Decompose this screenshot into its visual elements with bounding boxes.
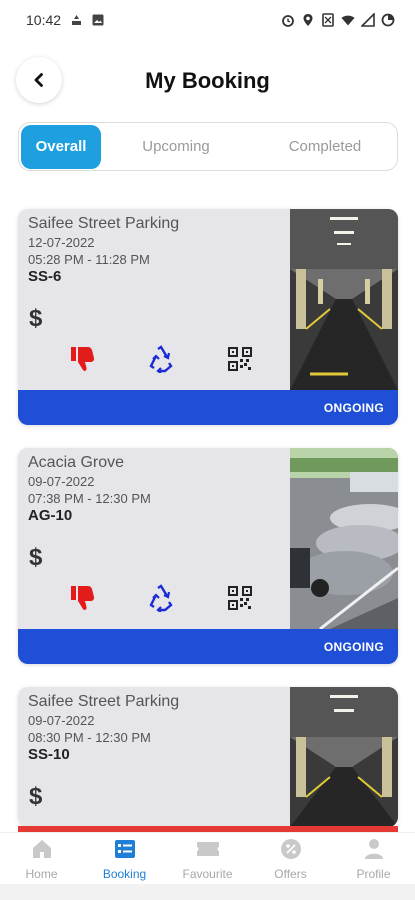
nav-offers[interactable]: Offers (249, 833, 332, 884)
booking-details: Acacia Grove 09-07-2022 07:38 PM - 12:30… (18, 448, 290, 629)
thumbs-down-icon (71, 347, 95, 371)
booking-card[interactable]: Saifee Street Parking 12-07-2022 05:28 P… (18, 209, 398, 425)
profile-icon (362, 837, 386, 861)
thumbs-down-icon (71, 586, 95, 610)
page-title: My Booking (145, 68, 270, 93)
location-icon (301, 13, 315, 27)
nav-home[interactable]: Home (0, 833, 83, 884)
parking-photo (290, 448, 398, 629)
price-currency: $ (29, 544, 43, 571)
booking-time: 05:28 PM - 11:28 PM (28, 252, 150, 267)
slot-number: AG-10 (28, 507, 73, 524)
recycle-notification-icon (69, 13, 83, 27)
slot-number: SS-10 (28, 746, 70, 763)
discount-icon (279, 837, 303, 861)
booking-tabs: Overall Upcoming Completed (18, 122, 398, 171)
booking-details: Saifee Street Parking 09-07-2022 08:30 P… (18, 687, 290, 827)
slot-number: SS-6 (28, 268, 62, 285)
rebook-button[interactable] (145, 343, 177, 375)
qr-code-button[interactable] (224, 582, 256, 614)
battery-icon (381, 13, 395, 27)
parking-photo (290, 687, 398, 827)
image-notification-icon (91, 13, 105, 27)
qr-code-icon (228, 586, 252, 610)
recycle-icon (149, 584, 173, 612)
qr-code-icon (228, 347, 252, 371)
parking-name: Acacia Grove (28, 454, 125, 471)
wifi-icon (341, 13, 355, 27)
parking-name: Saifee Street Parking (28, 215, 180, 232)
nav-label: Profile (356, 867, 391, 881)
nav-label: Favourite (182, 867, 233, 881)
nav-profile[interactable]: Profile (332, 833, 415, 884)
booking-card[interactable]: Saifee Street Parking 09-07-2022 08:30 P… (18, 687, 398, 827)
booking-date: 12-07-2022 (28, 235, 95, 250)
booking-date: 09-07-2022 (28, 474, 95, 489)
rebook-button[interactable] (145, 582, 177, 614)
status-time: 10:42 (26, 12, 62, 28)
status-badge: ONGOING (18, 629, 398, 664)
price-currency: $ (29, 783, 43, 810)
parking-photo (290, 209, 398, 390)
parking-name: Saifee Street Parking (28, 693, 180, 710)
header: My Booking (0, 56, 415, 106)
status-left: 10:42 (26, 12, 105, 28)
price-currency: $ (29, 305, 43, 332)
booking-card[interactable]: Acacia Grove 09-07-2022 07:38 PM - 12:30… (18, 448, 398, 664)
card-actions (66, 582, 256, 614)
tab-overall[interactable]: Overall (21, 124, 101, 169)
status-badge: ONGOING (18, 390, 398, 425)
booking-time: 08:30 PM - 12:30 PM (28, 730, 151, 745)
tab-completed[interactable]: Completed (255, 125, 395, 169)
dislike-button[interactable] (66, 582, 98, 614)
nav-label: Offers (274, 867, 307, 881)
system-gesture-bar (0, 884, 415, 900)
booking-time: 07:38 PM - 12:30 PM (28, 491, 151, 506)
booking-icon (113, 837, 137, 861)
status-right (281, 13, 395, 27)
bottom-navigation: Home Booking Favourite Offers Profile (0, 832, 415, 884)
tab-upcoming[interactable]: Upcoming (101, 125, 251, 169)
booking-date: 09-07-2022 (28, 713, 95, 728)
card-actions (66, 343, 256, 375)
alarm-icon (281, 13, 295, 27)
booking-details: Saifee Street Parking 12-07-2022 05:28 P… (18, 209, 290, 390)
nav-favourite[interactable]: Favourite (166, 833, 249, 884)
status-bar: 10:42 (0, 0, 415, 40)
sim-icon (321, 13, 335, 27)
ticket-icon (196, 837, 220, 861)
signal-icon (361, 13, 375, 27)
recycle-icon (149, 345, 173, 373)
qr-code-button[interactable] (224, 343, 256, 375)
nav-label: Booking (102, 867, 147, 881)
dislike-button[interactable] (66, 343, 98, 375)
nav-label: Home (25, 867, 58, 881)
home-icon (30, 837, 54, 861)
nav-booking[interactable]: Booking (83, 833, 166, 884)
